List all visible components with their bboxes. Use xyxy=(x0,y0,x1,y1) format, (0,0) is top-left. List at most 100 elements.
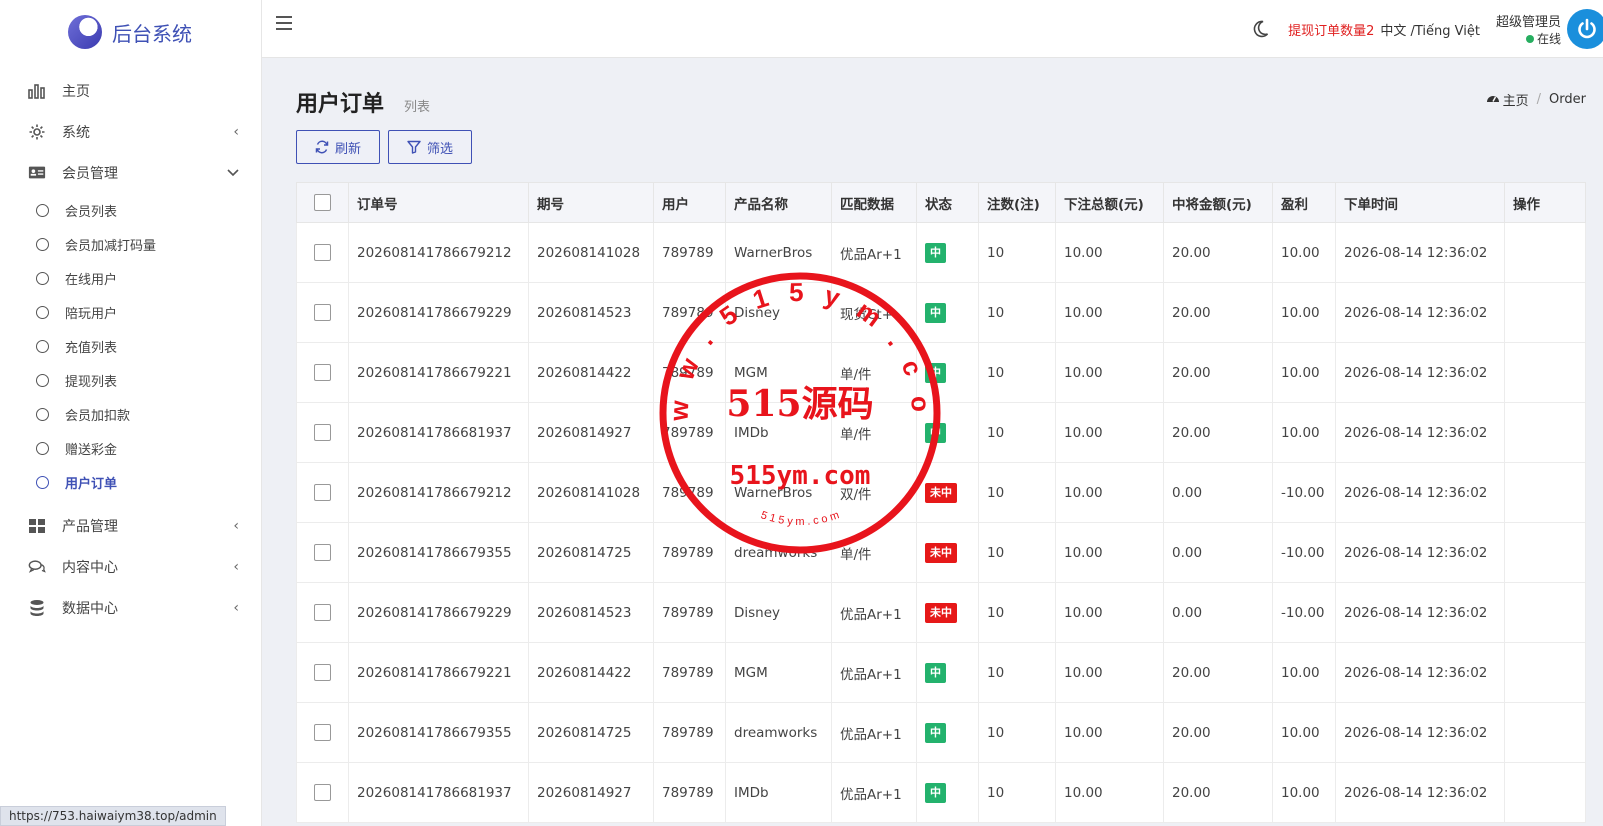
sidebar-item-system[interactable]: 系统 ‹ xyxy=(0,111,261,152)
cell-bet-total: 10.00 xyxy=(1055,402,1164,463)
cell-bet-count: 10 xyxy=(978,402,1056,463)
id-card-icon xyxy=(28,164,46,182)
sidebar-item-label: 主页 xyxy=(62,83,90,100)
cell-bet-total: 10.00 xyxy=(1055,462,1164,523)
cell-win-amount: 0.00 xyxy=(1163,522,1273,583)
cell-status: 未中 xyxy=(916,522,979,583)
sidebar-subitem-companion-users[interactable]: 陪玩用户 xyxy=(0,295,261,329)
sidebar-subitem-member-balance-adjust[interactable]: 会员加扣款 xyxy=(0,397,261,431)
admin-info[interactable]: 超级管理员 在线 xyxy=(1496,11,1561,47)
sidebar-item-label: 数据中心 xyxy=(62,600,118,617)
sidebar-subitem-member-list[interactable]: 会员列表 xyxy=(0,193,261,227)
row-checkbox[interactable] xyxy=(314,664,331,681)
page-header: 用户订单 列表 主页 / Order xyxy=(296,58,1586,130)
status-badge: 中 xyxy=(925,362,946,383)
col-product-name[interactable]: 产品名称 xyxy=(725,182,832,223)
menu-toggle-icon[interactable] xyxy=(276,16,292,30)
grid-icon xyxy=(28,517,46,535)
col-profit[interactable]: 盈利 xyxy=(1272,182,1336,223)
cell-actions xyxy=(1504,282,1586,343)
cell-status: 未中 xyxy=(916,462,979,523)
col-win-amount[interactable]: 中将金额(元) xyxy=(1163,182,1273,223)
cell-win-amount: 20.00 xyxy=(1163,402,1273,463)
sidebar-item-label: 系统 xyxy=(62,124,90,141)
power-icon[interactable] xyxy=(1567,9,1603,49)
status-badge: 中 xyxy=(925,242,946,263)
sidebar-subitem-user-orders[interactable]: 用户订单 xyxy=(0,465,261,499)
row-checkbox[interactable] xyxy=(314,244,331,261)
col-match-data[interactable]: 匹配数据 xyxy=(831,182,917,223)
row-checkbox[interactable] xyxy=(314,364,331,381)
status-badge: 中 xyxy=(925,782,946,803)
cell-order-time: 2026-08-14 12:36:02 xyxy=(1335,762,1505,823)
subitem-label: 会员列表 xyxy=(65,204,118,220)
table-row: 202608141786679355 20260814725 789789 dream… xyxy=(296,702,1586,763)
row-select-cell xyxy=(296,462,349,523)
col-user[interactable]: 用户 xyxy=(653,182,726,223)
row-checkbox[interactable] xyxy=(314,784,331,801)
sidebar-item-data-center[interactable]: 数据中心 ‹ xyxy=(0,587,261,628)
online-dot-icon xyxy=(1525,34,1534,43)
cell-order-no: 202608141786681937 xyxy=(348,762,529,823)
subitem-label: 赠送彩金 xyxy=(65,442,118,458)
status-badge: 未中 xyxy=(925,602,957,623)
sidebar-item-content-center[interactable]: 内容中心 ‹ xyxy=(0,546,261,587)
cell-order-no: 202608141786679229 xyxy=(348,582,529,643)
sidebar-subitem-online-users[interactable]: 在线用户 xyxy=(0,261,261,295)
row-checkbox[interactable] xyxy=(314,424,331,441)
brand[interactable]: 后台系统 xyxy=(0,0,261,64)
cell-bet-count: 10 xyxy=(978,462,1056,523)
col-period[interactable]: 期号 xyxy=(528,182,654,223)
row-checkbox[interactable] xyxy=(314,604,331,621)
col-bet-count[interactable]: 注数(注) xyxy=(978,182,1056,223)
table-row: 202608141786679221 20260814422 789789 MGM 优品… xyxy=(296,642,1586,703)
col-order-time[interactable]: 下单时间 xyxy=(1335,182,1505,223)
col-bet-total[interactable]: 下注总额(元) xyxy=(1055,182,1164,223)
cell-user: 789789 xyxy=(653,762,726,823)
row-checkbox[interactable] xyxy=(314,724,331,741)
cell-win-amount: 20.00 xyxy=(1163,702,1273,763)
sidebar-subitem-withdraw-list[interactable]: 提现列表 xyxy=(0,363,261,397)
circle-icon xyxy=(36,407,49,421)
page-subtitle: 列表 xyxy=(404,100,431,115)
sidebar-item-member-management[interactable]: 会员管理 xyxy=(0,152,261,193)
status-badge: 中 xyxy=(925,662,946,683)
cell-order-time: 2026-08-14 12:36:02 xyxy=(1335,582,1505,643)
cell-bet-total: 10.00 xyxy=(1055,762,1164,823)
moon-icon[interactable] xyxy=(1250,19,1270,39)
filter-button[interactable]: 筛选 xyxy=(388,130,473,164)
cell-user: 789789 xyxy=(653,522,726,583)
cell-order-time: 2026-08-14 12:36:02 xyxy=(1335,702,1505,763)
sidebar-item-home[interactable]: 主页 xyxy=(0,70,261,111)
row-checkbox[interactable] xyxy=(314,544,331,561)
select-all-checkbox[interactable] xyxy=(314,194,331,211)
cell-bet-total: 10.00 xyxy=(1055,222,1164,283)
col-order-no[interactable]: 订单号 xyxy=(348,182,529,223)
cell-order-no: 202608141786679355 xyxy=(348,702,529,763)
cell-product-name: Disney xyxy=(725,282,832,343)
table-row: 202608141786679212 202608141028 789789 Warn… xyxy=(296,462,1586,523)
row-select-cell xyxy=(296,582,349,643)
cell-profit: -10.00 xyxy=(1272,522,1336,583)
status-bar-url: https://753.haiwaiym38.top/admin xyxy=(0,806,226,826)
sidebar-item-product-management[interactable]: 产品管理 ‹ xyxy=(0,505,261,546)
row-checkbox[interactable] xyxy=(314,484,331,501)
sidebar-subitem-bonus-gift[interactable]: 赠送彩金 xyxy=(0,431,261,465)
col-status[interactable]: 状态 xyxy=(916,182,979,223)
withdraw-alert-link[interactable]: 提现订单数量2 xyxy=(1288,20,1374,39)
col-actions: 操作 xyxy=(1504,182,1586,223)
language-switcher[interactable]: 中文 /Tiếng Việt xyxy=(1380,20,1480,39)
sidebar-subitem-member-bet-adjust[interactable]: 会员加减打码量 xyxy=(0,227,261,261)
refresh-button[interactable]: 刷新 xyxy=(296,130,381,164)
cell-profit: 10.00 xyxy=(1272,642,1336,703)
main-content: 用户订单 列表 主页 / Order 刷新 筛选 订单号 期号 用户 产品名称 … xyxy=(296,58,1586,823)
breadcrumb-home[interactable]: 主页 xyxy=(1503,90,1529,109)
orders-table-body: 202608141786679212 202608141028 789789 Warn… xyxy=(296,222,1586,823)
row-checkbox[interactable] xyxy=(314,304,331,321)
sidebar-subitem-recharge-list[interactable]: 充值列表 xyxy=(0,329,261,363)
cell-product-name: WarnerBros xyxy=(725,222,832,283)
circle-icon xyxy=(36,305,49,319)
status-badge: 中 xyxy=(925,302,946,323)
circle-icon xyxy=(36,203,49,217)
row-select-cell xyxy=(296,702,349,763)
